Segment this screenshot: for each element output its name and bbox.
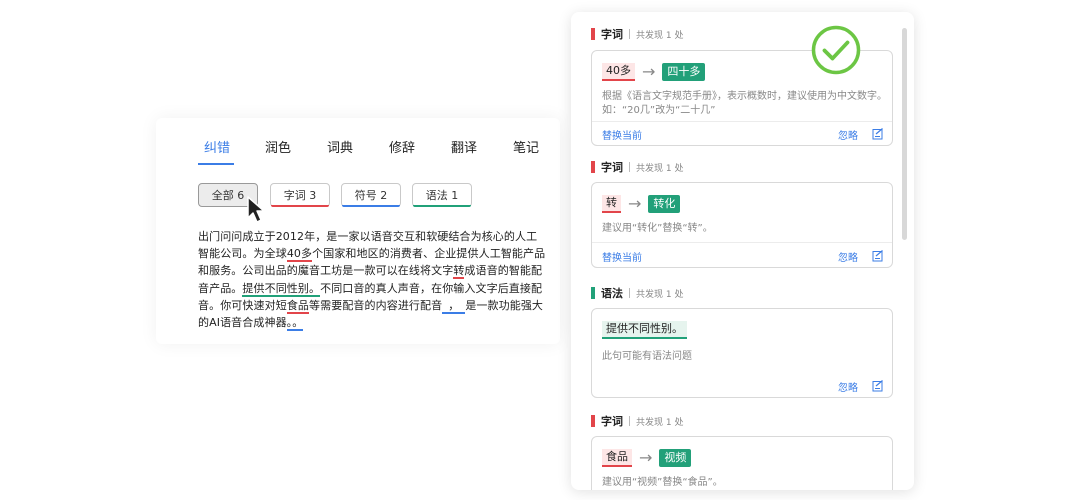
arrow-right-icon: → [639, 448, 653, 467]
arrow-right-icon: → [642, 62, 656, 81]
section-count: 共发现 1 处 [636, 163, 684, 174]
grammar-highlight[interactable]: 提供不同性别。 [242, 281, 321, 297]
filter-grammar-label: 语法 1 [425, 189, 459, 202]
filter-words-color-bar [271, 205, 329, 207]
category-marker [591, 161, 595, 173]
section-count: 共发现 1 处 [636, 289, 684, 300]
check-circle-icon [811, 25, 861, 75]
edit-icon[interactable] [872, 128, 884, 140]
suggestion-description: 建议用“视频”替换“食品”。 [602, 477, 723, 488]
text-segment: 等需要配音的内容进行配音 [309, 298, 443, 312]
filter-words-button[interactable]: 字词 3 [270, 183, 330, 207]
tab-bar: 纠错 润色 词典 修辞 翻译 笔记 [156, 118, 560, 168]
separator [629, 416, 630, 426]
tab-polish[interactable]: 润色 [265, 137, 291, 156]
section-category: 字词 [601, 28, 623, 41]
suggestion-card[interactable]: 提供不同性别。 此句可能有语法问题 忽略 [591, 308, 893, 398]
original-word: 转 [602, 195, 621, 213]
tab-rhetoric[interactable]: 修辞 [389, 137, 415, 156]
correction-pair: 转 → 转化 [602, 194, 681, 213]
edit-icon[interactable] [872, 380, 884, 392]
section-header: 字词 共发现 1 处 [591, 159, 683, 175]
suggested-word[interactable]: 四十多 [662, 63, 706, 81]
arrow-right-icon: → [628, 194, 642, 213]
replace-current-button[interactable]: 替换当前 [602, 249, 642, 264]
section-header: 字词 共发现 1 处 [591, 413, 683, 429]
ignore-button[interactable]: 忽略 [838, 249, 858, 264]
suggestion-description: 此句可能有语法问题 [602, 351, 692, 362]
filter-all-label: 全部 6 [211, 189, 245, 202]
separator [629, 29, 630, 39]
section-category: 语法 [601, 287, 623, 300]
grammar-phrase: 提供不同性别。 [602, 321, 687, 339]
replace-current-button[interactable]: 替换当前 [602, 127, 642, 142]
document-text[interactable]: 出门问问成立于2012年，是一家以语音交互和软硬结合为核心的人工智能公司。为全球… [198, 228, 548, 332]
section-header: 语法 共发现 1 处 [591, 285, 683, 301]
tab-notes[interactable]: 笔记 [513, 137, 539, 156]
suggestion-description: 根据《语言文字规范手册》，表示概数时，建议使用为中文数字。如：“20几”改为“二… [602, 91, 887, 116]
filter-punctuation-color-bar [342, 205, 400, 207]
error-highlight-shipin[interactable]: 食品 [286, 298, 310, 314]
suggested-word[interactable]: 视频 [659, 449, 692, 467]
filter-words-label: 字词 3 [283, 189, 317, 202]
active-tab-indicator [198, 163, 234, 165]
section-category: 字词 [601, 415, 623, 428]
filter-grammar-color-bar [413, 205, 471, 207]
suggested-word[interactable]: 转化 [648, 195, 681, 213]
separator [629, 162, 630, 172]
filter-punctuation-button[interactable]: 符号 2 [341, 183, 401, 207]
panel-scrollbar[interactable] [902, 28, 907, 240]
punctuation-highlight-comma[interactable]: ， [442, 298, 466, 314]
ignore-button[interactable]: 忽略 [838, 127, 858, 142]
category-marker [591, 28, 595, 40]
tab-dictionary[interactable]: 词典 [327, 137, 353, 156]
filter-grammar-button[interactable]: 语法 1 [412, 183, 472, 207]
tab-translate[interactable]: 翻译 [451, 137, 477, 156]
mouse-pointer-icon [247, 196, 265, 223]
section-count: 共发现 1 处 [636, 30, 684, 41]
error-highlight-40duo[interactable]: 40多 [286, 247, 313, 263]
divider [592, 121, 892, 122]
original-word: 40多 [602, 63, 635, 81]
section-count: 共发现 1 处 [636, 417, 684, 428]
filter-punctuation-label: 符号 2 [354, 189, 388, 202]
correction-pair: 食品 → 视频 [602, 448, 692, 467]
original-word: 食品 [602, 449, 632, 467]
category-marker [591, 287, 595, 299]
punctuation-highlight-period[interactable]: 。。 [286, 316, 304, 332]
suggestions-panel: 字词 共发现 1 处 40多 → 四十多 根据《语言文字规范手册》，表示概数时，… [571, 12, 914, 490]
suggestion-card[interactable]: 转 → 转化 建议用“转化”替换“转”。 替换当前 忽略 [591, 182, 893, 268]
category-marker [591, 415, 595, 427]
section-category: 字词 [601, 161, 623, 174]
divider [592, 242, 892, 243]
correction-pair: 40多 → 四十多 [602, 62, 706, 81]
tab-correction[interactable]: 纠错 [204, 137, 230, 156]
edit-icon[interactable] [872, 250, 884, 262]
separator [629, 288, 630, 298]
ignore-button[interactable]: 忽略 [838, 379, 858, 394]
section-header: 字词 共发现 1 处 [591, 26, 683, 42]
grammar-issue: 提供不同性别。 [602, 321, 687, 339]
suggestion-card[interactable]: 食品 → 视频 建议用“视频”替换“食品”。 [591, 436, 893, 490]
editor-card: 纠错 润色 词典 修辞 翻译 笔记 全部 6 字词 3 符号 2 语法 1 出门… [156, 118, 560, 344]
suggestion-description: 建议用“转化”替换“转”。 [602, 223, 713, 234]
error-highlight-zhuan[interactable]: 转 [453, 264, 465, 280]
